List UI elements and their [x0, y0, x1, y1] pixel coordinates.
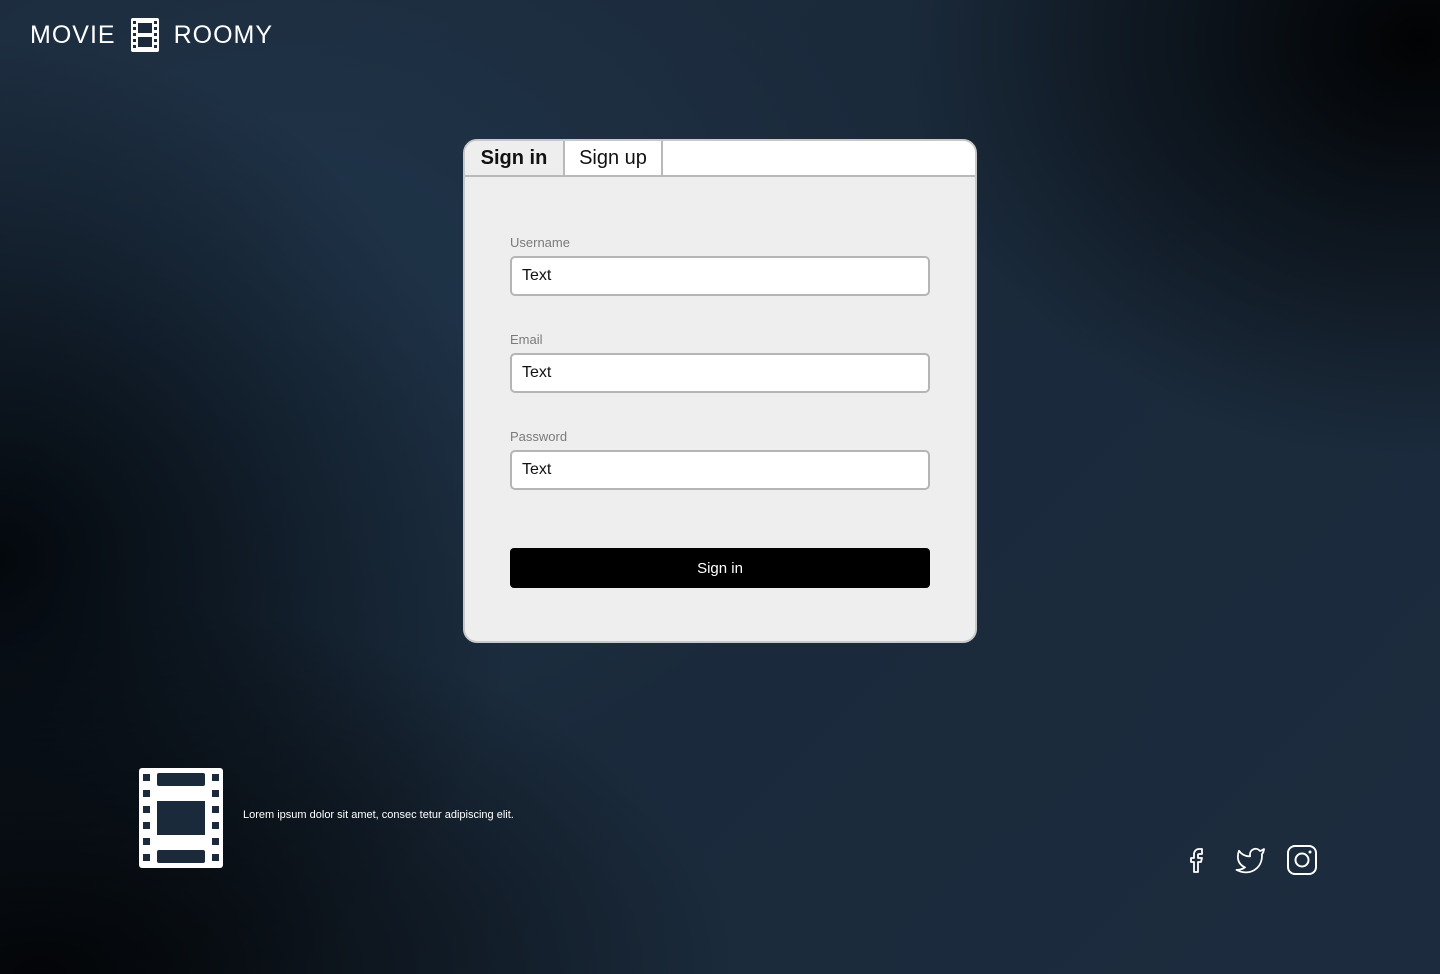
username-input[interactable] — [510, 256, 930, 296]
tab-sign-up[interactable]: Sign up — [565, 141, 663, 175]
logo-text-right: ROOMY — [173, 21, 274, 49]
instagram-icon[interactable] — [1285, 843, 1319, 877]
tab-sign-in[interactable]: Sign in — [465, 141, 565, 175]
logo-text-left: MOVIE — [30, 21, 116, 49]
email-label: Email — [510, 332, 543, 347]
sign-in-button[interactable]: Sign in — [510, 548, 930, 588]
twitter-icon[interactable] — [1233, 843, 1267, 877]
auth-tabs: Sign in Sign up — [465, 141, 975, 177]
password-input[interactable] — [510, 450, 930, 490]
password-label: Password — [510, 429, 568, 444]
film-strip-icon — [139, 768, 223, 868]
username-label: Username — [510, 235, 570, 250]
site-logo[interactable]: MOVIE ROOMY — [30, 17, 273, 53]
film-strip-icon — [130, 18, 159, 52]
facebook-icon[interactable] — [1182, 843, 1216, 877]
footer-text: Lorem ipsum dolor sit amet, consec tetur… — [243, 809, 514, 821]
email-input[interactable] — [510, 353, 930, 393]
auth-card: Sign in Sign up Username Email Password … — [463, 139, 977, 643]
